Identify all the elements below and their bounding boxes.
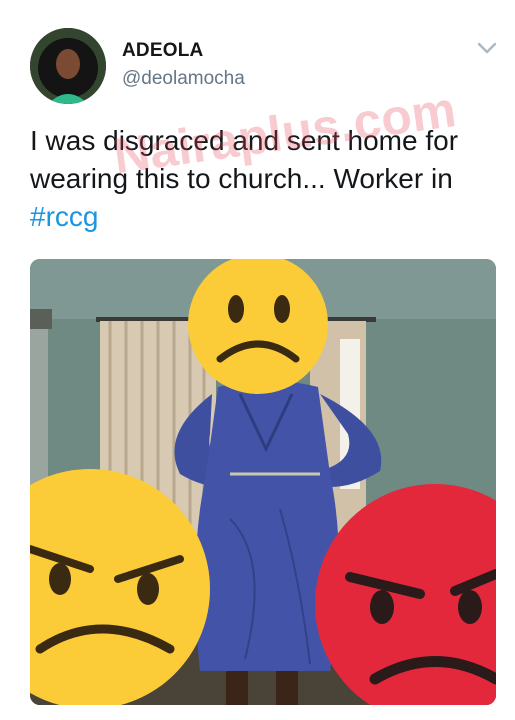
tweet-text-line: I was disgraced and sent home for <box>30 125 459 156</box>
tweet-text-line: wearing this to church... Worker in <box>30 163 453 194</box>
author-display-name[interactable]: ADEOLA <box>122 40 203 62</box>
tweet-photo[interactable] <box>30 259 496 705</box>
tweet-text: I was disgraced and sent home for wearin… <box>30 122 500 236</box>
avatar[interactable] <box>30 28 106 104</box>
author-handle[interactable]: @deolamocha <box>122 68 245 90</box>
photo-image <box>30 259 496 705</box>
avatar-image <box>30 28 106 104</box>
tweet-card: ADEOLA @deolamocha I was disgraced and s… <box>0 0 515 720</box>
hashtag-link[interactable]: #rccg <box>30 201 98 232</box>
chevron-down-icon[interactable] <box>476 40 498 56</box>
